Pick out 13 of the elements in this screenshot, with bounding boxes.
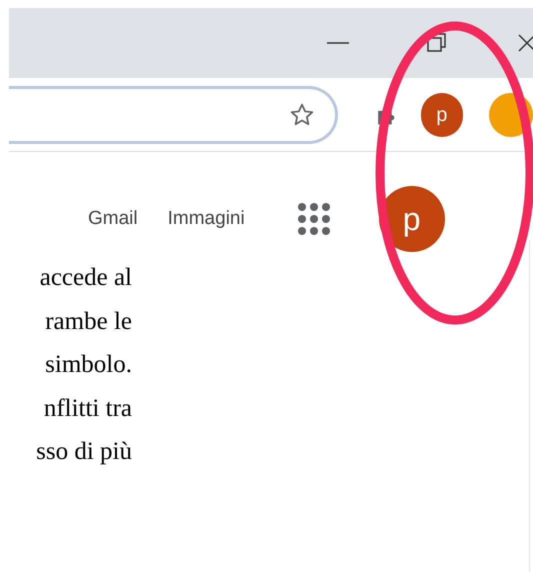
restore-icon[interactable] — [427, 33, 447, 53]
star-icon[interactable] — [288, 102, 315, 128]
document-text-line: sso di più — [36, 437, 132, 467]
profile-avatar[interactable]: p — [420, 92, 463, 136]
document-text-line: simbolo. — [45, 350, 132, 380]
close-icon[interactable] — [517, 33, 533, 53]
apps-grid-icon[interactable] — [296, 202, 331, 236]
document-text-line: rambe le — [45, 306, 132, 336]
document-text-line: accede al — [40, 263, 132, 293]
header-link[interactable]: Gmail — [88, 204, 138, 234]
minimize-icon[interactable] — [327, 41, 349, 45]
header-link[interactable]: Immagini — [168, 204, 245, 234]
document-text-line: nflitti tra — [44, 394, 132, 424]
